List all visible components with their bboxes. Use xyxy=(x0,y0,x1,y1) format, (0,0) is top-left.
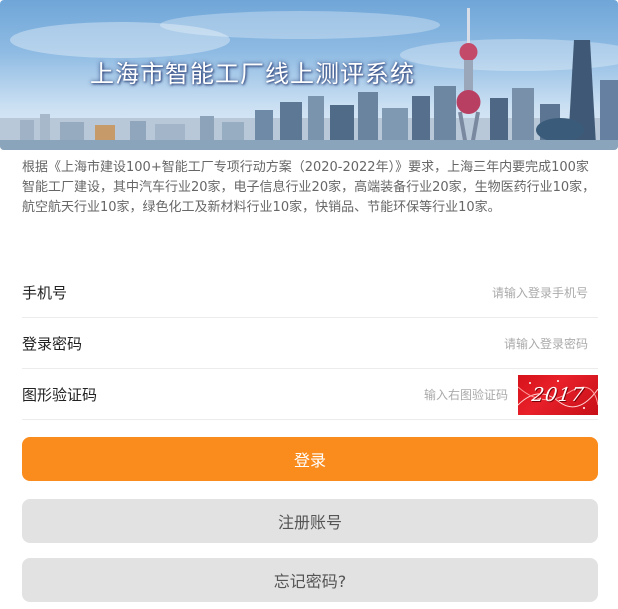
banner-title: 上海市智能工厂线上测评系统 xyxy=(90,60,415,88)
captcha-label: 图形验证码 xyxy=(22,386,98,404)
password-row: 登录密码 xyxy=(22,319,598,369)
login-button[interactable]: 登录 xyxy=(22,437,598,481)
phone-row: 手机号 xyxy=(22,268,598,318)
register-button[interactable]: 注册账号 xyxy=(22,499,598,543)
captcha-group: 2017 xyxy=(308,374,598,415)
header-banner: 上海市智能工厂线上测评系统 xyxy=(0,0,618,150)
password-input[interactable] xyxy=(328,336,598,351)
phone-label: 手机号 xyxy=(22,284,68,302)
forgot-password-button[interactable]: 忘记密码? xyxy=(22,558,598,602)
password-label: 登录密码 xyxy=(22,335,83,353)
captcha-image[interactable]: 2017 xyxy=(518,374,598,415)
captcha-row: 图形验证码 2017 xyxy=(22,370,598,420)
captcha-text: 2017 xyxy=(530,383,586,406)
captcha-input[interactable] xyxy=(308,387,518,402)
phone-input[interactable] xyxy=(328,285,598,300)
intro-paragraph: 根据《上海市建设100+智能工厂专项行动方案（2020-2022年）》要求，上海… xyxy=(22,160,596,215)
